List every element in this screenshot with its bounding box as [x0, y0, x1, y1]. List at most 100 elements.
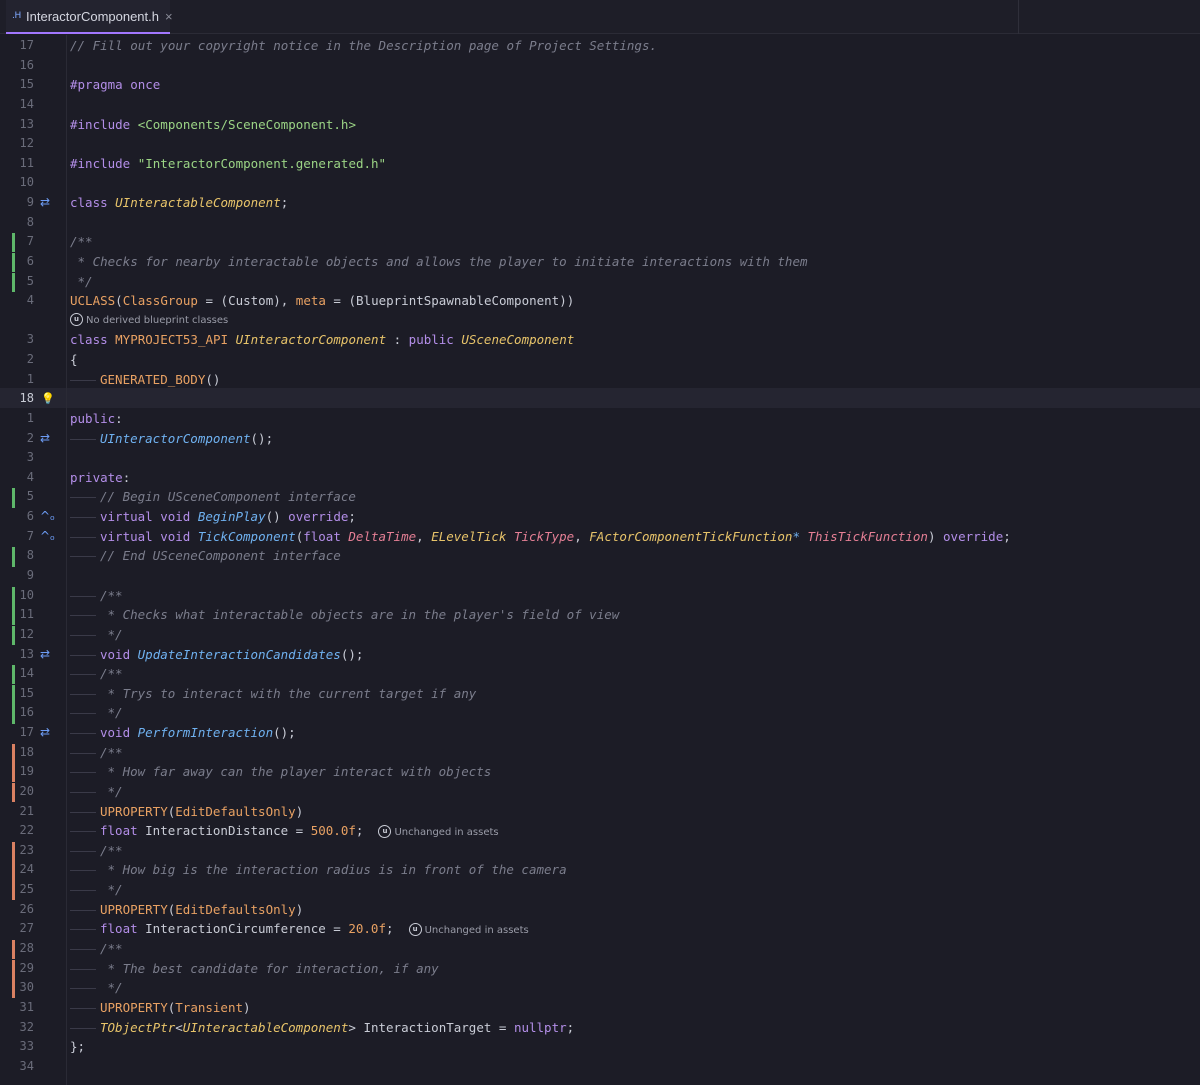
vcs-modified-marker[interactable] — [12, 763, 15, 783]
code-token: Transient — [175, 999, 243, 1015]
navigate-declaration-icon[interactable]: ⇄ — [40, 645, 50, 665]
code-token: TickComponent — [197, 528, 296, 544]
code-token: public — [70, 410, 116, 426]
vcs-added-marker[interactable] — [12, 625, 15, 646]
line-number: 28 — [19, 940, 34, 955]
code-line[interactable]: public: — [70, 409, 123, 429]
vcs-added-marker[interactable] — [12, 665, 15, 685]
code-line[interactable]: */ — [70, 978, 123, 998]
lightbulb-icon[interactable]: 💡 — [41, 389, 55, 409]
code-line[interactable]: /** — [70, 586, 123, 606]
navigate-declaration-icon[interactable]: ⇄ — [40, 723, 50, 743]
code-line[interactable]: /** — [70, 743, 123, 763]
code-line[interactable]: virtual void TickComponent(float DeltaTi… — [70, 527, 1011, 547]
code-token: meta — [295, 293, 326, 309]
code-line[interactable]: // End USceneComponent interface — [70, 546, 341, 566]
code-line[interactable]: private: — [70, 468, 130, 488]
code-area[interactable]: // Fill out your copyright notice in the… — [67, 35, 1200, 1085]
vcs-added-marker[interactable] — [12, 233, 15, 253]
code-line[interactable]: // Begin USceneComponent interface — [70, 487, 356, 507]
override-icon[interactable]: ^ₒ — [40, 507, 55, 527]
vcs-modified-marker[interactable] — [12, 743, 15, 763]
code-line[interactable]: /** — [70, 939, 123, 959]
code-line[interactable]: UPROPERTY(EditDefaultsOnly) — [70, 802, 303, 822]
code-line[interactable]: */ — [70, 625, 123, 645]
code-line[interactable]: * Trys to interact with the current targ… — [70, 684, 476, 704]
code-token: /** — [100, 842, 123, 858]
line-number: 22 — [19, 823, 34, 838]
code-line[interactable]: UCLASS(ClassGroup = (Custom), meta = (Bl… — [70, 291, 574, 311]
code-token: = — [325, 921, 349, 937]
code-token: Custom — [228, 293, 274, 309]
code-line[interactable]: // Fill out your copyright notice in the… — [70, 36, 657, 56]
code-line[interactable]: UPROPERTY(EditDefaultsOnly) — [70, 900, 303, 920]
line-number: 17 — [19, 725, 34, 740]
code-line[interactable]: virtual void BeginPlay() override; — [70, 507, 356, 527]
inlay-hint[interactable]: No derived blueprint classes — [86, 315, 228, 326]
indent-guide — [70, 900, 100, 920]
close-icon[interactable]: × — [165, 9, 173, 24]
vcs-added-marker[interactable] — [12, 272, 15, 292]
code-token: = — [288, 823, 311, 839]
code-line[interactable]: void UpdateInteractionCandidates(); — [70, 645, 363, 665]
unreal-icon: u — [408, 923, 422, 937]
navigate-declaration-icon[interactable]: ⇄ — [40, 429, 50, 449]
code-line[interactable]: class UInteractableComponent; — [70, 193, 288, 213]
line-number: 1 — [26, 371, 34, 386]
code-line[interactable]: TObjectPtr<UInteractableComponent> Inter… — [70, 1018, 574, 1038]
code-line[interactable]: * The best candidate for interaction, if… — [70, 959, 439, 979]
code-line[interactable]: /** — [70, 664, 123, 684]
code-line[interactable]: * How big is the interaction radius is i… — [70, 860, 567, 880]
inlay-hint[interactable]: Unchanged in assets — [425, 925, 529, 936]
vcs-added-marker[interactable] — [12, 488, 15, 508]
code-line[interactable]: /** — [70, 232, 93, 252]
code-line[interactable]: UInteractorComponent(); — [70, 429, 273, 449]
code-token: : — [386, 332, 409, 348]
code-line[interactable]: */ — [70, 782, 123, 802]
line-number: 30 — [19, 980, 34, 995]
vcs-added-marker[interactable] — [12, 586, 15, 606]
code-line[interactable]: void PerformInteraction(); — [70, 723, 296, 743]
code-line[interactable]: u No derived blueprint classes — [70, 311, 228, 331]
vcs-modified-marker[interactable] — [12, 881, 15, 901]
code-line[interactable]: * How far away can the player interact w… — [70, 762, 491, 782]
tab-interactorcomponent-h[interactable]: .H InteractorComponent.h × — [6, 0, 173, 34]
inlay-hint[interactable]: Unchanged in assets — [394, 827, 498, 838]
code-token: * How big is the interaction radius is i… — [100, 862, 567, 878]
code-token: GENERATED_BODY — [100, 371, 206, 387]
navigate-declaration-icon[interactable]: ⇄ — [40, 193, 50, 213]
vcs-added-marker[interactable] — [12, 252, 15, 273]
code-line[interactable]: */ — [70, 703, 123, 723]
vcs-modified-marker[interactable] — [12, 861, 15, 881]
code-token: ) — [927, 528, 944, 544]
code-line[interactable]: float InteractionCircumference = 20.0f; … — [70, 919, 529, 939]
line-number: 9 — [26, 568, 34, 582]
code-line[interactable]: class MYPROJECT53_API UInteractorCompone… — [70, 330, 574, 350]
vcs-added-marker[interactable] — [12, 684, 15, 704]
code-line[interactable]: GENERATED_BODY() — [70, 370, 220, 390]
code-line[interactable]: #include <Components/SceneComponent.h> — [70, 115, 356, 135]
vcs-added-marker[interactable] — [12, 547, 15, 567]
code-line[interactable]: float InteractionDistance = 500.0f; u Unc… — [70, 821, 499, 841]
code-line[interactable]: #pragma once — [70, 75, 160, 95]
code-line[interactable]: UPROPERTY(Transient) — [70, 998, 251, 1018]
code-line[interactable]: */ — [70, 880, 123, 900]
code-line[interactable]: * Checks what interactable objects are i… — [70, 605, 619, 625]
line-number: 15 — [19, 685, 34, 700]
code-line[interactable]: * Checks for nearby interactable objects… — [70, 252, 808, 272]
vcs-added-marker[interactable] — [12, 606, 15, 626]
vcs-modified-marker[interactable] — [12, 959, 15, 979]
vcs-modified-marker[interactable] — [12, 979, 15, 999]
vcs-modified-marker[interactable] — [12, 782, 15, 803]
vcs-modified-marker[interactable] — [12, 841, 15, 861]
code-line[interactable]: */ — [70, 272, 93, 292]
vcs-added-marker[interactable] — [12, 704, 15, 724]
code-line[interactable]: /** — [70, 841, 123, 861]
code-token: = ( — [197, 293, 229, 309]
code-token: : — [122, 469, 131, 485]
override-icon[interactable]: ^ₒ — [40, 527, 55, 547]
code-line[interactable]: { — [70, 350, 78, 370]
code-line[interactable]: }; — [70, 1037, 85, 1057]
code-line[interactable]: #include "InteractorComponent.generated.… — [70, 154, 386, 174]
vcs-modified-marker[interactable] — [12, 939, 15, 960]
